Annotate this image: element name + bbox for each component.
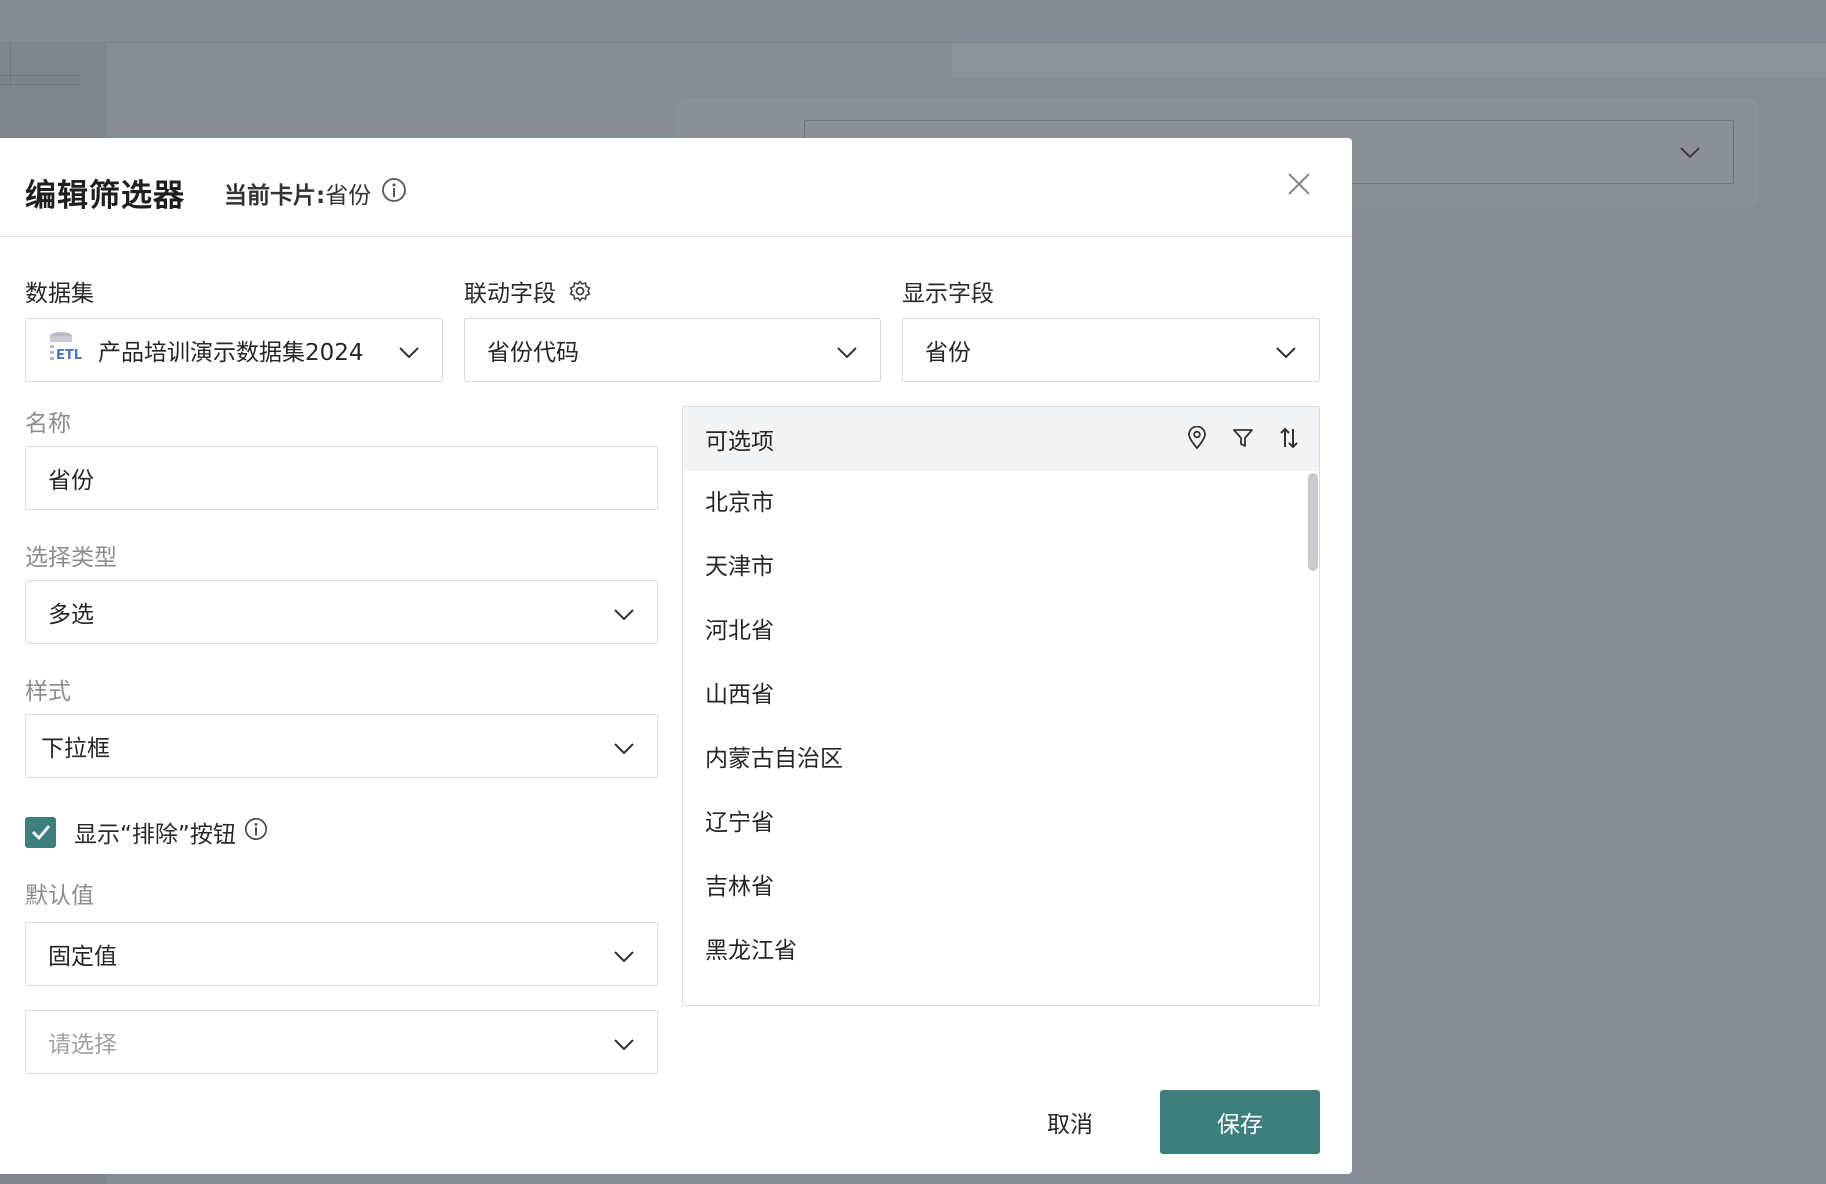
dataset-value: 产品培训演示数据集2024: [98, 340, 364, 366]
options-panel: 可选项 北京市 天津市 河北省 山西省 内蒙古自治区 辽宁省 吉林省 黑龙江省: [682, 406, 1320, 1006]
info-icon[interactable]: [381, 177, 407, 209]
default-value-select[interactable]: 固定值: [25, 922, 658, 986]
style-label: 样式: [25, 679, 71, 705]
list-item[interactable]: 辽宁省: [683, 791, 1319, 855]
list-item[interactable]: 黑龙江省: [683, 919, 1319, 983]
chevron-down-icon: [398, 341, 420, 369]
select-type-select[interactable]: 多选: [25, 580, 658, 644]
close-icon[interactable]: [1283, 168, 1315, 200]
current-card-info: 当前卡片: 省份: [224, 176, 407, 210]
options-toolbar: [1185, 425, 1301, 451]
options-list: 北京市 天津市 河北省 山西省 内蒙古自治区 辽宁省 吉林省 黑龙江省: [683, 471, 1319, 983]
exclude-button-checkbox[interactable]: [25, 816, 56, 848]
default-value-picker[interactable]: 请选择: [25, 1010, 658, 1074]
filter-icon[interactable]: [1231, 425, 1255, 451]
dataset-select[interactable]: ETL 产品培训演示数据集2024: [25, 318, 443, 382]
chevron-down-icon: [613, 945, 635, 973]
chevron-down-icon: [1679, 141, 1701, 167]
cancel-button[interactable]: 取消: [1020, 1090, 1120, 1154]
chevron-down-icon: [613, 603, 635, 631]
default-value-placeholder: 请选择: [48, 1032, 117, 1058]
link-field-label-row: 联动字段: [464, 274, 592, 308]
current-card-value: 省份: [325, 183, 372, 209]
exclude-button-option: 显示“排除”按钮: [25, 815, 268, 849]
current-card-label: 当前卡片:: [224, 183, 326, 209]
background-strip: [952, 43, 1826, 77]
chevron-down-icon: [1275, 341, 1297, 369]
name-value: 省份: [48, 468, 94, 494]
sort-icon[interactable]: [1277, 425, 1301, 451]
link-field-value: 省份代码: [487, 340, 579, 366]
link-field-label: 联动字段: [464, 281, 556, 307]
list-item[interactable]: 吉林省: [683, 855, 1319, 919]
list-item[interactable]: 内蒙古自治区: [683, 727, 1319, 791]
options-header: 可选项: [683, 407, 1319, 471]
exclude-button-label: 显示“排除”按钮: [74, 822, 236, 848]
select-type-value: 多选: [48, 602, 94, 628]
gear-icon[interactable]: [568, 279, 592, 303]
dataset-label: 数据集: [25, 281, 94, 307]
chevron-down-icon: [613, 1033, 635, 1061]
list-item[interactable]: 天津市: [683, 535, 1319, 599]
dialog-title: 编辑筛选器: [25, 178, 185, 214]
etl-dataset-icon: ETL: [48, 331, 82, 369]
list-item[interactable]: 河北省: [683, 599, 1319, 663]
chevron-down-icon: [613, 737, 635, 765]
name-label: 名称: [25, 411, 71, 437]
list-item[interactable]: 山西省: [683, 663, 1319, 727]
display-field-select[interactable]: 省份: [902, 318, 1320, 382]
dialog-header: 编辑筛选器 当前卡片: 省份: [0, 138, 1352, 237]
style-select[interactable]: 下拉框: [25, 714, 658, 778]
background-topbar: [0, 0, 1826, 43]
display-field-label: 显示字段: [902, 281, 994, 307]
list-item[interactable]: 北京市: [683, 471, 1319, 535]
chevron-down-icon: [836, 341, 858, 369]
default-value-label: 默认值: [25, 883, 94, 909]
display-field-value: 省份: [925, 340, 971, 366]
options-scrollbar[interactable]: [1308, 473, 1318, 571]
location-pin-icon[interactable]: [1185, 425, 1209, 451]
options-header-label: 可选项: [705, 429, 774, 455]
style-value: 下拉框: [41, 736, 110, 762]
default-value-value: 固定值: [48, 944, 117, 970]
select-type-label: 选择类型: [25, 545, 117, 571]
svg-text:ETL: ETL: [56, 348, 82, 363]
edit-filter-dialog: 编辑筛选器 当前卡片: 省份 数据集 ETL 产品培训演示数据集2024 联动字…: [0, 138, 1352, 1174]
info-icon[interactable]: [244, 817, 268, 847]
name-input[interactable]: 省份: [25, 446, 658, 510]
save-button[interactable]: 保存: [1160, 1090, 1320, 1154]
background-left-lines: [0, 43, 82, 85]
link-field-select[interactable]: 省份代码: [464, 318, 881, 382]
